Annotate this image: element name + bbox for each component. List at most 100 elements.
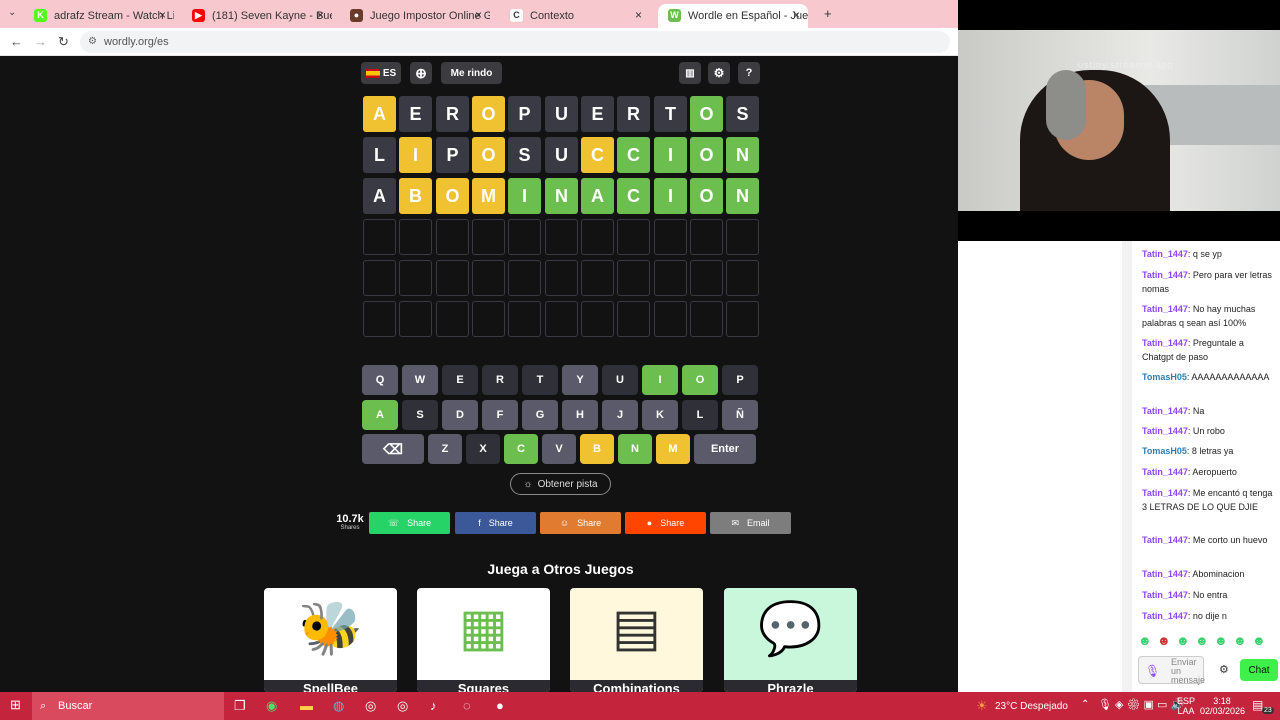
chat-username[interactable]: Tatin_1447 [1142,304,1188,314]
microphone-icon[interactable]: 🎙 [1145,664,1160,678]
chat-settings-gear-icon[interactable]: ⚙ [1219,663,1229,676]
key-i[interactable]: I [642,365,678,395]
key-j[interactable]: J [602,400,638,430]
key-z[interactable]: Z [428,434,462,464]
emote-icon[interactable]: ☻ [1176,633,1190,648]
backspace-icon[interactable]: ⌫ [362,434,424,464]
settings-gear-icon[interactable]: ⚙ [708,62,730,84]
key-o[interactable]: O [682,365,718,395]
back-arrow-icon[interactable]: ← [10,34,23,49]
help-icon[interactable]: ? [738,62,760,84]
chat-username[interactable]: Tatin_1447 [1142,467,1188,477]
browser-tab[interactable]: W Wordle en Español - Juega Wor× [658,4,808,28]
address-input[interactable]: ⚙ wordly.org/es [80,31,950,53]
edge-icon[interactable]: ◍ [333,698,344,714]
task-view-icon[interactable]: ❐ [234,698,246,714]
weather-text[interactable]: 23°C Despejado [995,701,1068,712]
key-f[interactable]: F [482,400,518,430]
tab-close-icon[interactable]: × [793,8,800,22]
forward-arrow-icon[interactable]: → [34,34,47,49]
emote-icon[interactable]: ☻ [1252,633,1266,648]
key-c[interactable]: C [504,434,538,464]
key-a[interactable]: A [362,400,398,430]
chat-scrollbar[interactable] [1122,241,1132,692]
key-v[interactable]: V [542,434,576,464]
tray-chevron-icon[interactable]: ⌃ [1081,699,1089,710]
site-info-icon[interactable]: ⚙ [88,31,97,53]
reddit-share-button[interactable]: ● Share [625,512,706,534]
tiktok-icon[interactable]: ♪ [430,698,437,713]
facebook-share-button[interactable]: f Share [455,512,536,534]
key-u[interactable]: U [602,365,638,395]
game-card-spellbee[interactable]: 🐝 SpellBee [264,588,397,692]
language-button[interactable]: ES [361,62,401,84]
chat-username[interactable]: Tatin_1447 [1142,611,1188,621]
key-h[interactable]: H [562,400,598,430]
tab-close-icon[interactable]: × [159,8,166,22]
key-q[interactable]: Q [362,365,398,395]
key-p[interactable]: P [722,365,758,395]
browser-tab[interactable]: C Contexto × [500,4,650,28]
chat-username[interactable]: Tatin_1447 [1142,338,1188,348]
stats-icon[interactable]: ▥ [679,62,701,84]
tab-close-icon[interactable]: × [635,8,642,22]
chat-username[interactable]: Tatin_1447 [1142,569,1188,579]
new-tab-button[interactable]: + [824,6,832,21]
key-e[interactable]: E [442,365,478,395]
browser-tab[interactable]: ● Juego Impostor Online Gratis -× [340,4,490,28]
key-t[interactable]: T [522,365,558,395]
game-card-phrazle[interactable]: 💬 Phrazle [724,588,857,692]
tab-list-chevron-icon[interactable]: ⌄ [8,7,16,18]
obs-icon[interactable]: ◌ [463,698,471,713]
chat-username[interactable]: Tatin_1447 [1142,270,1188,280]
taskbar-search[interactable]: ⌕ Buscar [32,692,224,720]
browser-tab[interactable]: ▶ (181) Seven Kayne - Bueno× [182,4,332,28]
file-explorer-icon[interactable]: ▬ [300,698,313,713]
tab-close-icon[interactable]: × [475,8,482,22]
language-indicator[interactable]: ESP LAA [1176,696,1196,716]
chat-username[interactable]: TomasH05 [1142,372,1187,382]
media-app-icon[interactable]: ● [496,698,504,713]
key-w[interactable]: W [402,365,438,395]
clock[interactable]: 3:18 02/03/2026 [1200,696,1245,716]
key-d[interactable]: D [442,400,478,430]
game-card-squares[interactable]: ▦ Squares [417,588,550,692]
tray-icons[interactable]: 🎙 ◈ ⚙ ▣ ▭ 🔊 [1098,698,1184,711]
windows-start-icon[interactable]: ⊞ [10,697,21,713]
chat-username[interactable]: Tatin_1447 [1142,249,1188,259]
key-x[interactable]: X [466,434,500,464]
chat-username[interactable]: Tatin_1447 [1142,488,1188,498]
key-y[interactable]: Y [562,365,598,395]
chat-username[interactable]: TomasH05 [1142,446,1187,456]
key-s[interactable]: S [402,400,438,430]
key-k[interactable]: K [642,400,678,430]
emote-icon[interactable]: ☻ [1233,633,1247,648]
whatsapp-share-button[interactable]: ☏ Share [369,512,450,534]
give-up-button[interactable]: Me rindo [441,62,502,84]
chat-username[interactable]: Tatin_1447 [1142,535,1188,545]
emote-icon[interactable]: ☻ [1157,633,1171,648]
chrome-profile-icon[interactable]: ◎ [397,698,408,714]
key-b[interactable]: B [580,434,614,464]
chat-input[interactable]: 🎙 Enviar un mensaje [1138,656,1205,685]
hint-button[interactable]: ☼ Obtener pista [510,473,611,495]
key-n[interactable]: N [618,434,652,464]
browser-tab[interactable]: Kadrafz Stream - Watch Live on× [24,4,174,28]
key-enter[interactable]: Enter [694,434,756,464]
add-icon[interactable]: ⊕ [410,62,432,84]
key-m[interactable]: M [656,434,690,464]
chat-username[interactable]: Tatin_1447 [1142,426,1188,436]
chat-username[interactable]: Tatin_1447 [1142,590,1188,600]
key-r[interactable]: R [482,365,518,395]
emote-icon[interactable]: ☻ [1195,633,1209,648]
key-l[interactable]: L [682,400,718,430]
key-ñ[interactable]: Ñ [722,400,758,430]
chat-username[interactable]: Tatin_1447 [1142,406,1188,416]
emote-icon[interactable]: ☻ [1138,633,1152,648]
whatsapp-icon[interactable]: ◉ [266,698,277,714]
chrome-icon[interactable]: ◎ [365,698,376,714]
tab-close-icon[interactable]: × [317,8,324,22]
email-share-button[interactable]: ✉ Email [710,512,791,534]
reload-icon[interactable]: ↻ [58,34,69,50]
chat-send-button[interactable]: Chat [1240,659,1278,681]
